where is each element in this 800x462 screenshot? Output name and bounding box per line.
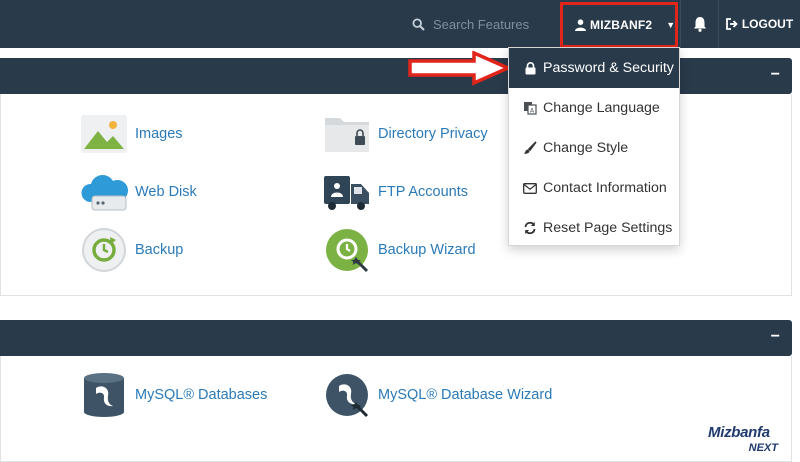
backup-wizard-icon bbox=[323, 227, 371, 273]
menu-item-change-language[interactable]: A Change Language bbox=[509, 88, 679, 128]
cloud-disk-icon bbox=[80, 169, 128, 215]
images-icon bbox=[80, 111, 128, 157]
annotation-arrow-icon bbox=[408, 51, 512, 86]
mysql-wizard-icon bbox=[323, 372, 371, 418]
envelope-icon bbox=[523, 182, 537, 194]
menu-item-change-style[interactable]: Change Style bbox=[509, 128, 679, 168]
backup-icon bbox=[80, 227, 128, 273]
search-input[interactable] bbox=[433, 16, 553, 32]
feature-label: MySQL® Databases bbox=[135, 387, 268, 403]
feature-label: FTP Accounts bbox=[378, 184, 468, 200]
collapse-toggle[interactable]: − bbox=[771, 328, 780, 346]
refresh-icon bbox=[523, 221, 537, 235]
feature-backup[interactable]: Backup bbox=[80, 227, 183, 273]
databases-panel-header[interactable]: − bbox=[0, 320, 792, 356]
user-dropdown-menu: Password & Security A Change Language Ch… bbox=[508, 47, 680, 246]
menu-item-label: Contact Information bbox=[543, 180, 667, 196]
feature-label: Images bbox=[135, 126, 183, 142]
ftp-truck-icon bbox=[323, 169, 371, 215]
logout-button[interactable]: LOGOUT bbox=[718, 0, 800, 48]
mysql-database-icon bbox=[80, 372, 128, 418]
chevron-down-icon: ▼ bbox=[666, 20, 676, 30]
top-navbar: MIZBANF2 ▼ LOGOUT bbox=[0, 0, 800, 48]
menu-item-label: Change Style bbox=[543, 140, 629, 156]
feature-label: Backup bbox=[135, 242, 184, 258]
menu-item-label: Change Language bbox=[543, 100, 660, 116]
user-menu-button[interactable]: MIZBANF2 ▼ bbox=[560, 2, 678, 48]
menu-item-password-security[interactable]: Password & Security bbox=[509, 48, 679, 88]
feature-label: Web Disk bbox=[135, 184, 197, 200]
watermark-sub: NEXT bbox=[748, 442, 778, 454]
user-icon bbox=[575, 19, 586, 31]
search-icon bbox=[403, 17, 433, 31]
folder-lock-icon bbox=[323, 111, 371, 157]
menu-item-label: Reset Page Settings bbox=[543, 220, 673, 236]
language-icon: A bbox=[523, 101, 537, 115]
bell-icon bbox=[693, 16, 707, 32]
feature-ftp-accounts[interactable]: FTP Accounts bbox=[323, 169, 468, 215]
feature-images[interactable]: Images bbox=[80, 111, 183, 157]
feature-mysql-database-wizard[interactable]: MySQL® Database Wizard bbox=[323, 372, 552, 418]
logout-label: LOGOUT bbox=[741, 17, 794, 31]
lock-icon bbox=[523, 61, 537, 75]
feature-web-disk[interactable]: Web Disk bbox=[80, 169, 197, 215]
feature-label: Backup Wizard bbox=[378, 242, 476, 258]
feature-mysql-databases[interactable]: MySQL® Databases bbox=[80, 372, 267, 418]
username-label: MIZBANF2 bbox=[590, 18, 653, 32]
menu-item-reset-page-settings[interactable]: Reset Page Settings bbox=[509, 208, 679, 248]
notifications-button[interactable] bbox=[680, 0, 718, 48]
search-box[interactable] bbox=[395, 0, 555, 48]
feature-backup-wizard[interactable]: Backup Wizard bbox=[323, 227, 476, 273]
feature-directory-privacy[interactable]: Directory Privacy bbox=[323, 111, 488, 157]
brush-icon bbox=[523, 141, 537, 155]
watermark-logo: Mizbanfa NEXT bbox=[708, 424, 788, 456]
feature-label: MySQL® Database Wizard bbox=[378, 387, 553, 403]
collapse-toggle[interactable]: − bbox=[771, 66, 780, 84]
menu-item-contact-information[interactable]: Contact Information bbox=[509, 168, 679, 208]
feature-label: Directory Privacy bbox=[378, 126, 488, 142]
logout-icon bbox=[725, 18, 738, 30]
watermark-brand: Mizbanfa bbox=[708, 424, 770, 441]
menu-item-label: Password & Security bbox=[543, 60, 674, 76]
